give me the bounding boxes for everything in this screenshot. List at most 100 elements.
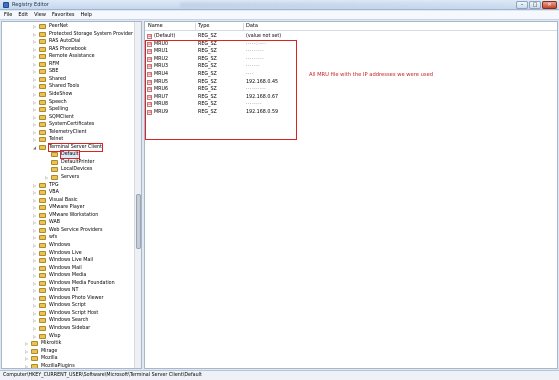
tree-item-ras-phonebook[interactable]: ▷ RAS Phonebook [32, 46, 87, 53]
tree-item-windows-script[interactable]: ▷ Windows Script [32, 302, 86, 309]
tree-item-telemetryclient[interactable]: ▷ TelemetryClient [32, 129, 87, 136]
tree-item-windows-media-foundation[interactable]: ▷ Windows Media Foundation [32, 280, 115, 287]
value-row-default[interactable]: ab (Default) REG_SZ (value not set) [145, 33, 325, 40]
expand-arrow-icon[interactable]: ▷ [32, 310, 37, 317]
tree-scrollbar[interactable] [134, 22, 141, 368]
expand-arrow-icon[interactable]: ▷ [44, 174, 49, 181]
column-name[interactable]: Name [148, 23, 163, 29]
expand-arrow-icon[interactable]: ▷ [24, 340, 29, 347]
tree-item-spelling[interactable]: ▷ Spelling [32, 106, 68, 113]
expand-arrow-icon[interactable]: ▷ [32, 227, 37, 234]
expand-arrow-icon[interactable]: ▷ [24, 363, 29, 368]
expand-arrow-icon[interactable]: ▷ [32, 197, 37, 204]
tree-item-windows-sidebar[interactable]: ▷ Windows Sidebar [32, 325, 90, 332]
tree-item-windows-live[interactable]: ▷ Windows Live [32, 250, 82, 257]
tree-item-sbe[interactable]: ▷ SBE [32, 68, 58, 75]
expand-arrow-icon[interactable]: ▷ [32, 212, 37, 219]
column-divider[interactable] [195, 23, 196, 30]
expand-arrow-icon[interactable]: ▷ [32, 204, 37, 211]
column-divider[interactable] [243, 23, 244, 30]
tree-item-visual-basic[interactable]: ▷ Visual Basic [32, 197, 78, 204]
expand-arrow-icon[interactable]: ▷ [32, 91, 37, 98]
expand-arrow-icon[interactable]: ▷ [32, 53, 37, 60]
expand-arrow-icon[interactable]: ▷ [32, 242, 37, 249]
expand-arrow-icon[interactable]: ▷ [32, 250, 37, 257]
tree-item-windows-mail[interactable]: ▷ Windows Mail [32, 265, 82, 272]
tree-item-protected-storage-system-provider[interactable]: ▷ Protected Storage System Provider [32, 31, 133, 38]
expand-arrow-icon[interactable]: ▷ [32, 189, 37, 196]
expand-arrow-icon[interactable]: ▷ [32, 76, 37, 83]
tree-scroll-thumb[interactable] [136, 194, 141, 249]
expand-arrow-icon[interactable]: ▷ [32, 272, 37, 279]
tree-item-servers[interactable]: ▷ Servers [44, 174, 79, 181]
expand-arrow-icon[interactable]: ▷ [32, 129, 37, 136]
expand-arrow-icon[interactable]: ▷ [32, 257, 37, 264]
expand-arrow-icon[interactable]: ▷ [32, 182, 37, 189]
tree-item-remote-assistance[interactable]: ▷ Remote Assistance [32, 53, 95, 60]
tree-item-telnet[interactable]: ▷ Telnet [32, 136, 63, 143]
expand-arrow-icon[interactable]: ▷ [32, 121, 37, 128]
expand-arrow-icon[interactable]: ▷ [32, 38, 37, 45]
tree-item-systemcertificates[interactable]: ▷ SystemCertificates [32, 121, 94, 128]
tree-item-speech[interactable]: ▷ Speech [32, 99, 67, 106]
tree-item-default[interactable]: Default [44, 150, 80, 160]
menu-view[interactable]: View [34, 12, 46, 18]
minimize-button[interactable]: – [516, 1, 528, 9]
menu-favorites[interactable]: Favorites [52, 12, 75, 18]
tree-item-windows-search[interactable]: ▷ Windows Search [32, 317, 88, 324]
tree-item-sideshow[interactable]: ▷ SideShow [32, 91, 72, 98]
expand-arrow-icon[interactable]: ▷ [32, 219, 37, 226]
tree-item-sqmclient[interactable]: ▷ SQMClient [32, 114, 74, 121]
expand-arrow-icon[interactable]: ▷ [32, 136, 37, 143]
registry-tree[interactable]: ▷ PeerNet ▷ Protected Storage System Provid… [1, 21, 142, 369]
menu-help[interactable]: Help [81, 12, 92, 18]
expand-arrow-icon[interactable]: ▷ [32, 234, 37, 241]
expand-arrow-icon[interactable]: ▷ [32, 280, 37, 287]
tree-item-peernet[interactable]: ▷ PeerNet [32, 23, 68, 30]
tree-item-tpg[interactable]: ▷ TPG [32, 182, 59, 189]
tree-item-shared-tools[interactable]: ▷ Shared Tools [32, 83, 79, 90]
values-list[interactable]: Name Type Data ab (Default) REG_SZ (value n… [144, 21, 558, 369]
tree-item-mikroitik[interactable]: ▷ Mikroitik [24, 340, 61, 347]
maximize-button[interactable]: □ [529, 1, 541, 9]
expand-arrow-icon[interactable]: ▷ [32, 295, 37, 302]
expand-arrow-icon[interactable]: ▷ [24, 348, 29, 355]
tree-item-windows-live-mail[interactable]: ▷ Windows Live Mail [32, 257, 93, 264]
expand-arrow-icon[interactable]: ▷ [32, 325, 37, 332]
collapse-arrow-icon[interactable]: ◢ [32, 144, 37, 151]
tree-item-rfm[interactable]: ▷ RFM [32, 61, 59, 68]
column-data[interactable]: Data [246, 23, 258, 29]
expand-arrow-icon[interactable]: ▷ [32, 333, 37, 340]
tree-item-shared[interactable]: ▷ Shared [32, 76, 66, 83]
expand-arrow-icon[interactable]: ▷ [32, 106, 37, 113]
close-button[interactable]: ✕ [542, 1, 557, 9]
menu-edit[interactable]: Edit [18, 12, 28, 18]
tree-item-ras-autodial[interactable]: ▷ RAS AutoDial [32, 38, 80, 45]
tree-item-mirage[interactable]: ▷ Mirage [24, 348, 57, 355]
expand-arrow-icon[interactable]: ▷ [32, 302, 37, 309]
tree-item-windows-media[interactable]: ▷ Windows Media [32, 272, 86, 279]
expand-arrow-icon[interactable]: ▷ [32, 31, 37, 38]
expand-arrow-icon[interactable]: ▷ [32, 114, 37, 121]
tree-item-windows-script-host[interactable]: ▷ Windows Script Host [32, 310, 98, 317]
expand-arrow-icon[interactable]: ▷ [32, 99, 37, 106]
tree-item-terminal-server-client[interactable]: ◢ Terminal Server Client [32, 142, 103, 152]
expand-arrow-icon[interactable]: ▷ [32, 287, 37, 294]
expand-arrow-icon[interactable]: ▷ [32, 265, 37, 272]
tree-item-vba[interactable]: ▷ VBA [32, 189, 59, 196]
tree-item-wfs[interactable]: ▷ wfs [32, 234, 57, 241]
tree-item-windows-nt[interactable]: ▷ Windows NT [32, 287, 78, 294]
tree-item-vmware-player[interactable]: ▷ VMware Player [32, 204, 85, 211]
menu-file[interactable]: File [4, 12, 12, 18]
tree-item-windows-photo-viewer[interactable]: ▷ Windows Photo Viewer [32, 295, 103, 302]
tree-item-defaultprinter[interactable]: DefaultPrinter [44, 159, 95, 166]
expand-arrow-icon[interactable]: ▷ [32, 61, 37, 68]
tree-item-wab[interactable]: ▷ WAB [32, 219, 60, 226]
expand-arrow-icon[interactable]: ▷ [32, 46, 37, 53]
tree-item-localdevices[interactable]: LocalDevices [44, 166, 92, 173]
expand-arrow-icon[interactable]: ▷ [32, 68, 37, 75]
tree-item-windows[interactable]: ▷ Windows [32, 242, 70, 249]
expand-arrow-icon[interactable]: ▷ [32, 317, 37, 324]
column-type[interactable]: Type [198, 23, 209, 29]
expand-arrow-icon[interactable]: ▷ [32, 23, 37, 30]
